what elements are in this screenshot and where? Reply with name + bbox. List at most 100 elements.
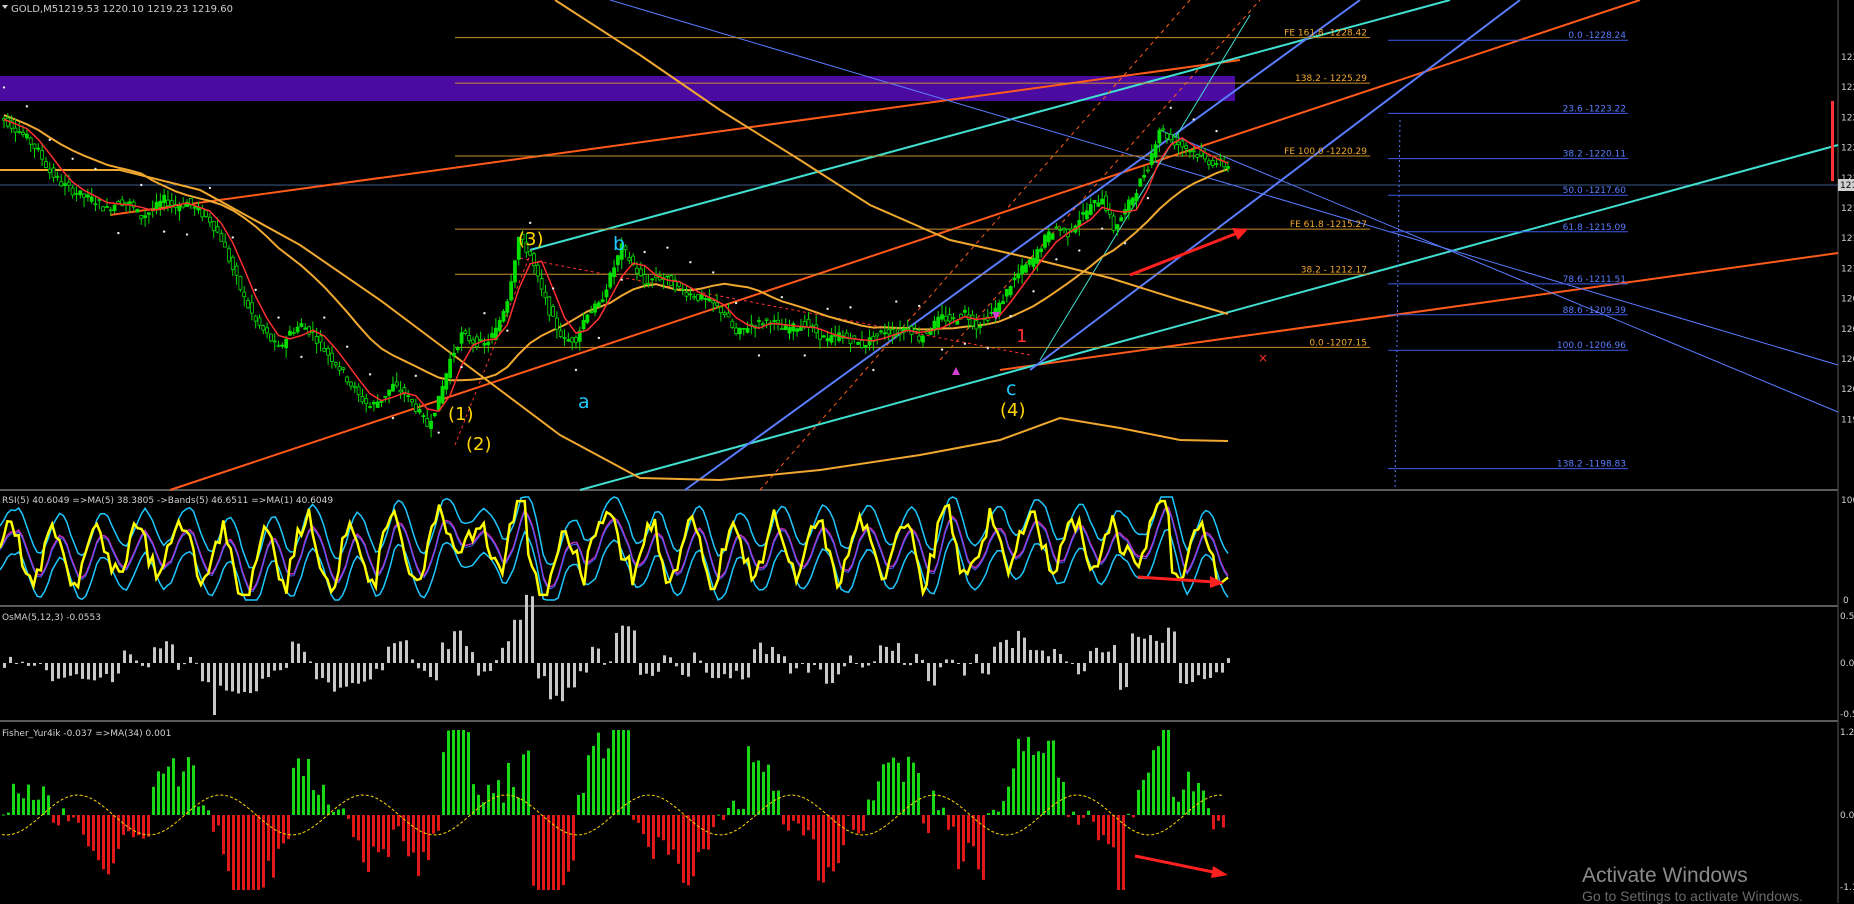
candle-body	[490, 332, 494, 338]
osma-bar	[1143, 638, 1146, 663]
fisher-bar	[1022, 751, 1025, 815]
fisher-bar	[607, 748, 610, 815]
candle-body	[696, 294, 700, 301]
osma-bar	[207, 663, 210, 683]
price-tick-label: 120	[1841, 385, 1854, 395]
osma-bar	[147, 663, 150, 668]
candle-body	[269, 333, 273, 342]
sar-dot	[917, 304, 921, 308]
osma-bar	[1161, 642, 1164, 663]
fisher-bar	[152, 786, 155, 815]
osma-bar	[273, 663, 276, 671]
sar-dot	[437, 431, 440, 434]
sar-dot	[323, 316, 326, 319]
trading-chart[interactable]: FE 161.8 -1228.42 138.2 - 1225.29 FE 100.0…	[0, 0, 1854, 903]
wave-label-4: (4)	[1000, 400, 1026, 421]
fisher-bar	[792, 815, 795, 821]
sar-dot	[551, 287, 555, 290]
osma-bar	[267, 663, 270, 678]
osma-bar	[363, 663, 366, 682]
fisher-bar	[292, 767, 295, 815]
candle-body	[1207, 160, 1211, 165]
candle-body	[375, 401, 380, 408]
candle-body	[295, 326, 300, 333]
candle-body	[246, 300, 250, 309]
sar-dot	[48, 138, 51, 142]
fisher-bar	[652, 815, 655, 859]
osma-bar	[141, 663, 144, 666]
fisher-bar	[872, 800, 875, 815]
sar-dot	[483, 311, 486, 315]
fisher-bar	[1162, 730, 1165, 815]
candle-body	[74, 192, 79, 195]
candle-body	[875, 333, 880, 337]
candle-body	[738, 327, 742, 335]
fisher-bar	[22, 798, 25, 815]
osma-bar	[135, 660, 138, 663]
fisher-bar	[642, 815, 645, 835]
osma-bar	[939, 663, 942, 668]
fisher-bar	[457, 730, 460, 815]
osma-bar	[195, 662, 198, 664]
fisher-scale-bottom: -1.1	[1840, 883, 1854, 893]
fisher-bar	[992, 809, 995, 815]
fib-expansion-label: FE 100.0 -1220.29	[1284, 147, 1367, 157]
osma-scale-top: 0.55	[1840, 612, 1854, 622]
sar-dot	[895, 300, 898, 303]
fisher-bar	[857, 815, 860, 834]
sar-dot	[620, 278, 623, 281]
candle-body	[242, 291, 247, 298]
fisher-bar	[1082, 815, 1085, 818]
candle-body	[1214, 163, 1219, 165]
price-tick-label: 121	[1841, 264, 1854, 274]
fisher-bar	[522, 754, 525, 815]
osma-bar	[1155, 640, 1158, 663]
sar-dot	[666, 246, 669, 249]
osma-bar	[111, 663, 114, 683]
candle-body	[1115, 224, 1120, 230]
candle-body	[1165, 133, 1169, 140]
fisher-bar	[427, 815, 430, 861]
fib-retracement-label: 138.2 -1198.83	[1557, 460, 1626, 470]
osma-bar	[537, 663, 540, 679]
osma-bar	[243, 663, 246, 693]
candle-body	[1134, 193, 1139, 202]
osma-bar	[981, 663, 984, 674]
candle-body	[638, 268, 643, 277]
candle-body	[1024, 264, 1028, 273]
fisher-bar	[557, 815, 560, 890]
price-axis-marker	[1831, 101, 1834, 181]
candle-body	[70, 187, 75, 196]
sar-dot	[300, 355, 303, 359]
fisher-bar	[1212, 815, 1215, 830]
candle-body	[1039, 248, 1044, 253]
osma-bar	[597, 648, 600, 663]
fisher-bar	[397, 815, 400, 827]
osma-bar	[903, 663, 906, 665]
rsi-scale-bottom: 0	[1843, 596, 1849, 606]
osma-bar	[897, 643, 900, 663]
fib-expansion-label: FE 61.8 -1215.27	[1290, 220, 1367, 230]
osma-bar	[231, 663, 234, 692]
fisher-bar	[532, 815, 535, 886]
fisher-bar	[677, 815, 680, 864]
fisher-bar	[1012, 768, 1015, 815]
candle-body	[383, 395, 388, 398]
candle-body	[715, 302, 719, 306]
fisher-bar	[752, 762, 755, 815]
osma-bar	[951, 659, 954, 663]
candle-body	[608, 272, 613, 288]
fisher-bar	[697, 815, 700, 853]
candle-body	[200, 207, 205, 218]
osma-bar	[237, 663, 240, 694]
fisher-bar	[72, 815, 75, 818]
osma-bar	[39, 663, 42, 664]
candle-body	[177, 206, 182, 212]
fisher-bar	[492, 793, 495, 815]
candle-body	[40, 150, 45, 160]
candle-body	[478, 339, 483, 341]
sar-dot	[712, 271, 715, 274]
sar-dot	[345, 345, 349, 348]
osma-bar	[867, 663, 870, 666]
fisher-bar	[502, 802, 505, 815]
